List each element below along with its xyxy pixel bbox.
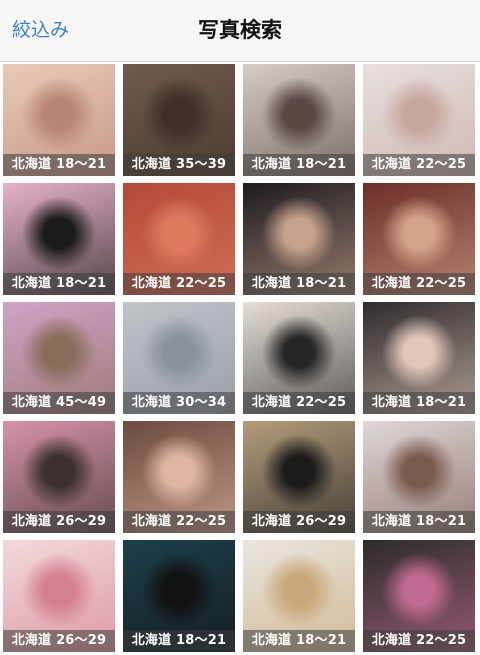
region-age-label: 北海道 22〜25 (123, 273, 235, 295)
photo-tile[interactable]: 北海道 26〜29 (243, 421, 355, 533)
navigation-bar: 絞込み 写真検索 (0, 0, 480, 62)
photo-tile[interactable]: 北海道 18〜21 (123, 540, 235, 652)
photo-grid: 北海道 18〜21 北海道 35〜39 北海道 18〜21 北海道 22〜25 北海道 … (0, 62, 480, 655)
page-title: 写真検索 (198, 18, 282, 42)
region-age-label: 北海道 26〜29 (243, 511, 355, 533)
region-age-label: 北海道 35〜39 (123, 154, 235, 176)
region-age-label: 北海道 18〜21 (363, 392, 475, 414)
region-age-label: 北海道 22〜25 (363, 630, 475, 652)
photo-tile[interactable]: 北海道 18〜21 (3, 183, 115, 295)
photo-tile[interactable]: 北海道 22〜25 (243, 302, 355, 414)
photo-tile[interactable]: 北海道 18〜21 (243, 540, 355, 652)
photo-tile[interactable]: 北海道 35〜39 (123, 64, 235, 176)
photo-tile[interactable]: 北海道 18〜21 (243, 183, 355, 295)
photo-tile[interactable]: 北海道 18〜21 (243, 64, 355, 176)
region-age-label: 北海道 22〜25 (363, 154, 475, 176)
region-age-label: 北海道 18〜21 (3, 154, 115, 176)
region-age-label: 北海道 22〜25 (123, 511, 235, 533)
region-age-label: 北海道 18〜21 (243, 630, 355, 652)
region-age-label: 北海道 26〜29 (3, 511, 115, 533)
photo-tile[interactable]: 北海道 22〜25 (123, 183, 235, 295)
region-age-label: 北海道 18〜21 (123, 630, 235, 652)
region-age-label: 北海道 18〜21 (3, 273, 115, 295)
photo-tile[interactable]: 北海道 22〜25 (363, 540, 475, 652)
region-age-label: 北海道 45〜49 (3, 392, 115, 414)
region-age-label: 北海道 18〜21 (243, 273, 355, 295)
photo-tile[interactable]: 北海道 26〜29 (3, 421, 115, 533)
photo-tile[interactable]: 北海道 22〜25 (123, 421, 235, 533)
photo-tile[interactable]: 北海道 18〜21 (363, 302, 475, 414)
photo-tile[interactable]: 北海道 45〜49 (3, 302, 115, 414)
photo-tile[interactable]: 北海道 22〜25 (363, 64, 475, 176)
photo-tile[interactable]: 北海道 18〜21 (363, 421, 475, 533)
photo-tile[interactable]: 北海道 26〜29 (3, 540, 115, 652)
region-age-label: 北海道 18〜21 (243, 154, 355, 176)
photo-tile[interactable]: 北海道 22〜25 (363, 183, 475, 295)
region-age-label: 北海道 30〜34 (123, 392, 235, 414)
photo-tile[interactable]: 北海道 18〜21 (3, 64, 115, 176)
region-age-label: 北海道 22〜25 (363, 273, 475, 295)
region-age-label: 北海道 18〜21 (363, 511, 475, 533)
photo-tile[interactable]: 北海道 30〜34 (123, 302, 235, 414)
region-age-label: 北海道 26〜29 (3, 630, 115, 652)
region-age-label: 北海道 22〜25 (243, 392, 355, 414)
